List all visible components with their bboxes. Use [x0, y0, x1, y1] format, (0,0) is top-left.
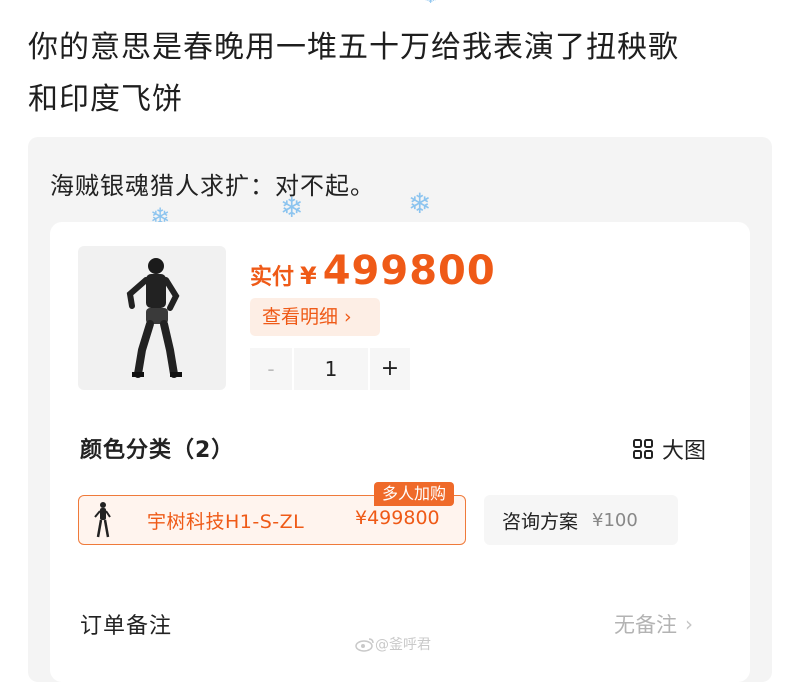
big-view-label: 大图 [662, 439, 707, 464]
card-caption: 海贼银魂猎人求扩：对不起。 [50, 172, 375, 200]
variant-price: ¥100 [592, 509, 638, 531]
watermark-text: @釜呼君 [375, 637, 431, 653]
snowflake-icon: ❄ [424, 0, 437, 6]
watermark: @釜呼君 [355, 634, 431, 654]
chevron-right-icon: › [685, 612, 693, 636]
order-remark-label: 订单备注 [80, 614, 173, 639]
order-remark-field[interactable]: 无备注 › [614, 609, 693, 639]
increment-button[interactable]: + [370, 348, 410, 390]
currency-symbol: ¥ [300, 262, 317, 290]
popular-badge: 多人加购 [374, 482, 455, 506]
post-line-2: 和印度飞饼 [28, 82, 183, 117]
post-line-1: 你的意思是春晚用一堆五十万给我表演了扭秧歌 [28, 30, 679, 65]
variant-price: ¥499800 [355, 507, 440, 529]
quantity-stepper: - 1 + [250, 348, 410, 390]
variant-name: 宇树科技H1-S-ZL [147, 511, 305, 533]
decrement-button[interactable]: - [250, 348, 292, 390]
robot-image [126, 258, 182, 378]
big-view-button[interactable]: 大图 [632, 433, 706, 465]
robot-thumb-icon [94, 502, 111, 538]
paid-amount: 实付 ¥ 499800 [250, 248, 496, 294]
snowflake-icon: ❄ [408, 187, 432, 220]
snowflake-icon: ❄ [280, 191, 304, 224]
pay-amount: 499800 [322, 248, 496, 294]
product-thumbnail[interactable] [78, 246, 226, 390]
post-text: 你的意思是春晚用一堆五十万给我表演了扭秧歌 和印度飞饼 [28, 22, 768, 126]
weibo-icon [355, 638, 374, 652]
variant-option[interactable]: 咨询方案 ¥100 [484, 495, 678, 545]
quantity-input[interactable]: 1 [294, 348, 368, 390]
pay-label: 实付 [250, 265, 295, 290]
remark-value: 无备注 [614, 613, 677, 637]
color-category-title: 颜色分类（2） [80, 438, 235, 463]
view-details-button[interactable]: 查看明细 › [250, 298, 380, 336]
grid-icon [633, 439, 653, 459]
variant-name: 咨询方案 [502, 510, 579, 533]
